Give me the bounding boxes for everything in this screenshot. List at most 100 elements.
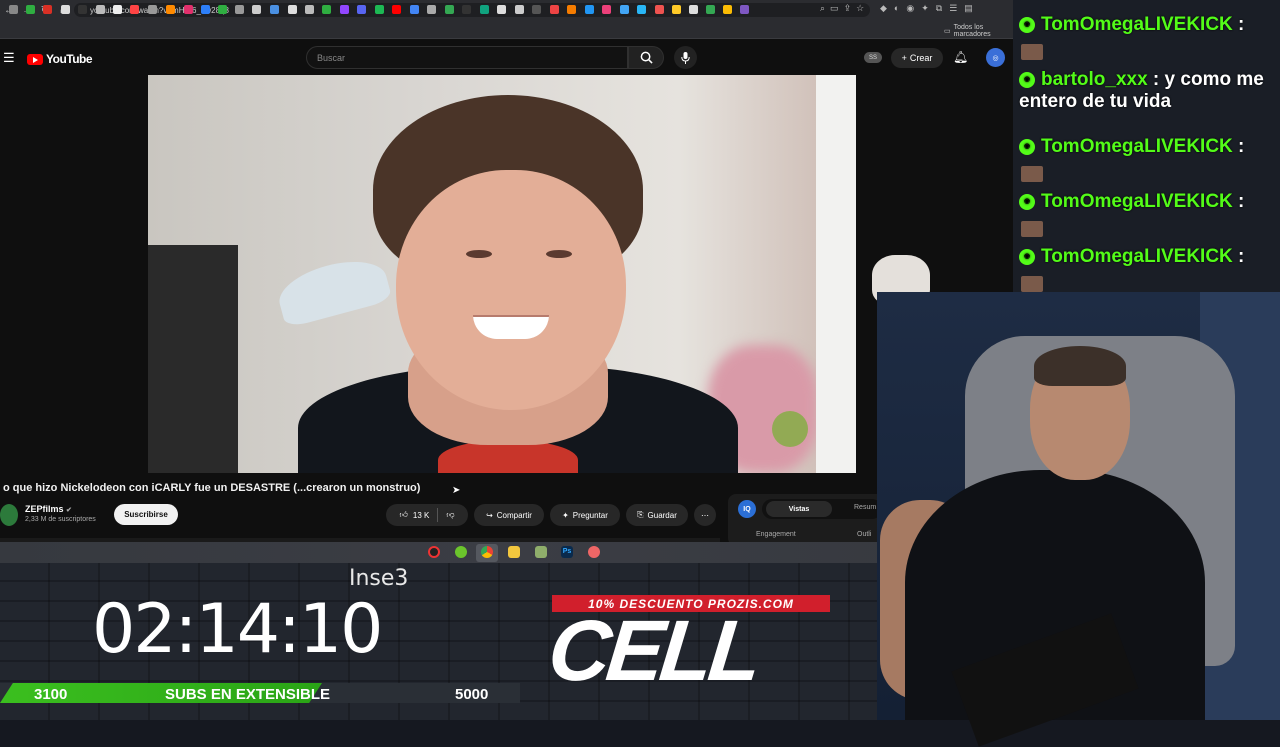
bookmark-icon[interactable] (532, 5, 541, 14)
bookmark-icon[interactable] (218, 5, 227, 14)
bookmark-icon[interactable] (166, 5, 175, 14)
gmail-icon[interactable] (43, 5, 52, 14)
channel-avatar[interactable] (0, 504, 18, 526)
bookmark-icon[interactable] (620, 5, 629, 14)
bookmark-icon[interactable] (672, 5, 681, 14)
drive-icon[interactable] (723, 5, 732, 14)
twitch-icon[interactable] (340, 5, 349, 14)
more-actions-button[interactable]: ⋯ (694, 504, 716, 526)
emote-icon (1021, 166, 1043, 182)
search-input[interactable]: Buscar (306, 46, 628, 69)
bookmark-icon[interactable] (392, 5, 401, 14)
app-icon[interactable] (588, 546, 600, 558)
bookmark-icon[interactable] (637, 5, 646, 14)
kick-badge-icon: ◉ (1019, 16, 1035, 33)
bookmark-icon[interactable] (322, 5, 331, 14)
ss-badge[interactable]: SS (864, 52, 882, 63)
bookmark-icon[interactable] (445, 5, 454, 14)
kick-badge-icon: ◉ (1019, 71, 1035, 88)
like-button[interactable]: 👍︎ 13 K (400, 510, 430, 520)
bookmark-icon[interactable] (602, 5, 611, 14)
bookmark-icon[interactable] (270, 5, 279, 14)
bookmark-icon[interactable] (655, 5, 664, 14)
outlier-label: Outli (857, 531, 872, 538)
microphone-icon (681, 51, 690, 64)
bookmark-icon[interactable] (357, 5, 366, 14)
channel-watermark-icon[interactable] (772, 411, 808, 447)
youtube-logo[interactable]: YouTube (27, 52, 93, 66)
bookmark-icon[interactable] (410, 5, 419, 14)
bookmark-star-icon[interactable]: ☆ (856, 3, 864, 14)
all-bookmarks-folder[interactable]: ▭ Todos los marcadores (944, 24, 1013, 38)
kick-badge-icon: ◉ (1019, 138, 1035, 155)
youtube-bookmark-icon[interactable] (130, 5, 139, 14)
bookmark-icon[interactable] (515, 5, 524, 14)
bookmark-icon[interactable] (148, 5, 157, 14)
bookmark-icon[interactable] (288, 5, 297, 14)
bookmark-icon[interactable] (305, 5, 314, 14)
share-button[interactable]: ↪ Compartir (474, 504, 544, 526)
emote-icon (1021, 221, 1043, 237)
search-button[interactable] (628, 46, 664, 69)
bookmark-icon[interactable] (427, 5, 436, 14)
x-icon[interactable] (61, 5, 70, 14)
share-page-icon[interactable]: ⇪ (844, 3, 852, 14)
bookmark-icon[interactable] (550, 5, 559, 14)
cast-icon[interactable]: ▭ (830, 3, 839, 14)
bookmark-icon[interactable] (235, 5, 244, 14)
bookmark-icon[interactable] (585, 5, 594, 14)
bookmark-icon[interactable] (462, 5, 471, 14)
save-button[interactable]: ⎘ Guardar (626, 504, 688, 526)
extension-icon[interactable]: ◆ (880, 3, 887, 14)
extension-icon[interactable]: ◐ (894, 3, 899, 14)
bookmark-icon[interactable] (96, 5, 105, 14)
address-bar[interactable]: ⚙ youtube.com/watch?v=mHW6_uw28q8 (74, 3, 870, 17)
chrome-icon[interactable] (481, 546, 493, 558)
cell-logo: CELL (543, 603, 763, 699)
bookmark-icon[interactable] (480, 5, 489, 14)
stream-timer: 02:14:10 (92, 590, 383, 669)
bookmark-icon[interactable] (201, 5, 210, 14)
bookmark-icon[interactable] (113, 5, 122, 14)
video-player[interactable] (148, 75, 856, 473)
extension-icon[interactable]: ✦ (921, 3, 929, 14)
sidebar-icon[interactable]: ▤ (964, 3, 973, 14)
extensions-puzzle-icon[interactable]: ⧉ (936, 3, 942, 14)
thumbs-down-icon[interactable]: 👎︎ (446, 510, 454, 520)
instagram-icon[interactable] (184, 5, 193, 14)
account-avatar[interactable]: ◎ (986, 48, 1005, 67)
obs-icon[interactable] (428, 546, 440, 558)
bookmark-icon[interactable] (689, 5, 698, 14)
file-explorer-icon[interactable] (508, 546, 520, 558)
ask-button[interactable]: ✦ Preguntar (550, 504, 620, 526)
tab-resumen[interactable]: Resum (854, 504, 876, 511)
app-icon[interactable] (535, 546, 547, 558)
subscribe-button[interactable]: Suscribirse (114, 504, 178, 525)
channel-name[interactable]: ZEPfilms ✔ (25, 504, 72, 514)
bookmark-icon[interactable] (252, 5, 261, 14)
bookmark-icon[interactable] (706, 5, 715, 14)
notifications-bell-icon[interactable]: 🔔︎ (953, 50, 968, 64)
create-button[interactable]: + Crear (891, 48, 943, 68)
bookmark-icon[interactable] (26, 5, 35, 14)
bookmark-icon[interactable] (497, 5, 506, 14)
voice-search-button[interactable] (674, 46, 697, 69)
youtube-play-icon (27, 53, 43, 65)
zoom-icon[interactable]: ⌕ (820, 3, 825, 14)
streamer-logo: Inse3 (349, 566, 409, 591)
hamburger-menu-icon[interactable]: ☰ (3, 50, 15, 66)
bookmark-icon[interactable] (567, 5, 576, 14)
video-title: o que hizo Nickelodeon con iCARLY fue un… (3, 482, 421, 494)
bookmark-icon[interactable] (740, 5, 749, 14)
tiktok-icon[interactable] (78, 5, 87, 14)
menu-icon[interactable]: ☰ (949, 3, 957, 14)
tab-vistas[interactable]: Vistas (766, 501, 832, 517)
iq-extension-icon[interactable]: IQ (738, 500, 756, 518)
plus-icon: + (901, 53, 907, 63)
extension-icon[interactable]: ◉ (906, 3, 914, 14)
app-icon[interactable] (455, 546, 467, 558)
subs-current: 3100 (34, 686, 68, 703)
photoshop-icon[interactable]: Ps (561, 546, 573, 558)
bookmark-icon[interactable] (9, 5, 18, 14)
bookmark-icon[interactable] (375, 5, 384, 14)
